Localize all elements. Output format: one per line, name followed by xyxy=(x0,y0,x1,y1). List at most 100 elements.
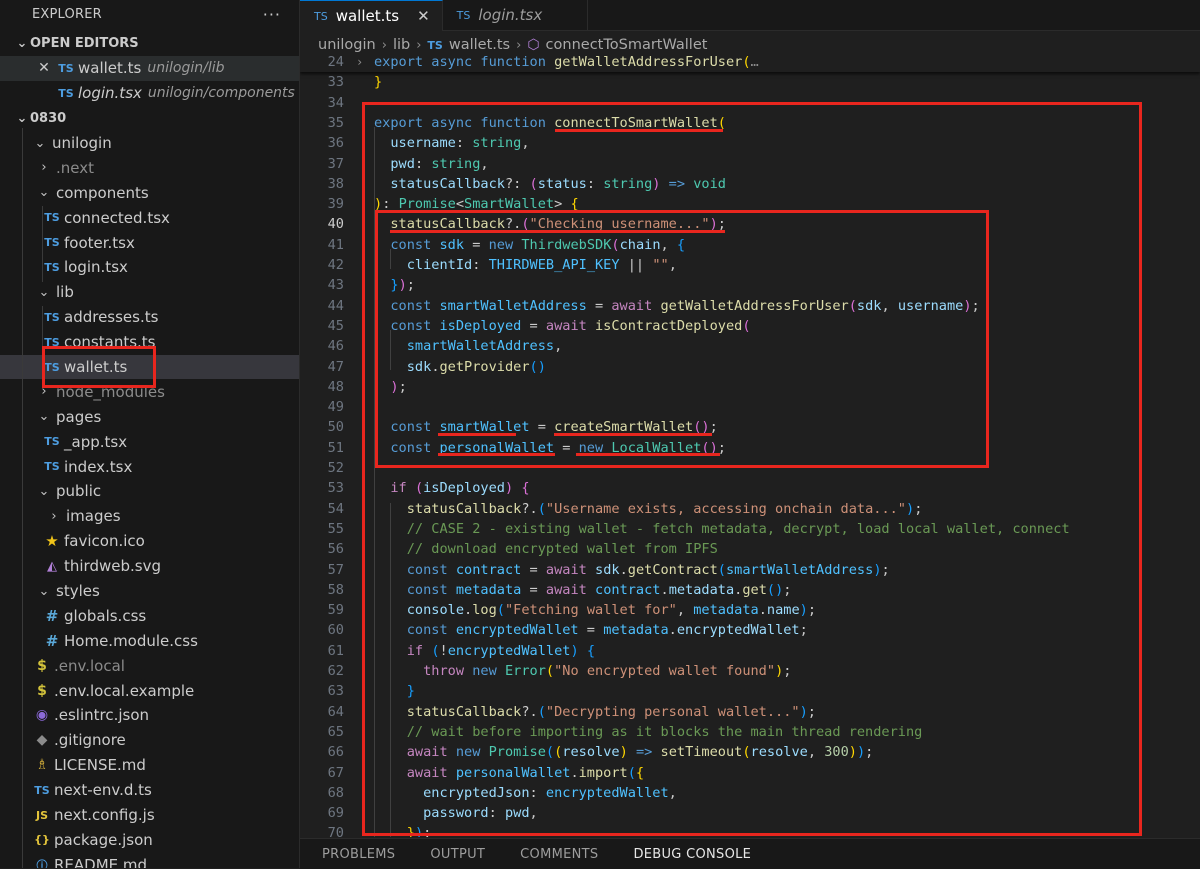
code-line[interactable]: 51 const personalWallet = new LocalWalle… xyxy=(300,438,1200,458)
tab-wallet-ts[interactable]: TS wallet.ts ✕ xyxy=(300,0,443,31)
breadcrumb-folder[interactable]: lib xyxy=(393,37,410,53)
code-text: const smartWallet = createSmartWallet(); xyxy=(374,417,717,437)
tree-file-package-json[interactable]: {} package.json xyxy=(0,828,299,853)
close-icon[interactable]: ✕ xyxy=(417,7,430,25)
open-editor-login[interactable]: TS login.tsx unilogin/components xyxy=(0,81,299,106)
tree-folder-components[interactable]: ⌄ components xyxy=(0,180,299,205)
code-line[interactable]: 59 console.log("Fetching wallet for", me… xyxy=(300,600,1200,620)
close-editor-icon[interactable]: ✕ xyxy=(36,60,52,76)
code-token: Promise xyxy=(488,744,546,761)
tree-file-next-env[interactable]: TS next-env.d.ts xyxy=(0,778,299,803)
code-line[interactable]: 41 const sdk = new ThirdwebSDK(chain, { xyxy=(300,235,1200,255)
code-editor[interactable]: 24 › export async function getWalletAddres… xyxy=(300,56,1200,837)
code-line[interactable]: 24 › export async function getWalletAddres… xyxy=(300,56,1200,73)
code-token: () xyxy=(693,419,710,436)
tree-folder-next[interactable]: › .next xyxy=(0,155,299,180)
line-number: 43 xyxy=(327,277,344,294)
code-line[interactable]: 53 if (isDeployed) { xyxy=(300,478,1200,498)
code-line[interactable]: 68 encryptedJson: encryptedWallet, xyxy=(300,783,1200,803)
tree-file-license[interactable]: ♗ LICENSE.md xyxy=(0,753,299,778)
code-line[interactable]: 47 sdk.getProvider() xyxy=(300,357,1200,377)
code-line[interactable]: 39): Promise<SmartWallet> { xyxy=(300,194,1200,214)
tree-file-gitignore[interactable]: ◆ .gitignore xyxy=(0,728,299,753)
open-editor-wallet[interactable]: ✕ TS wallet.ts unilogin/lib xyxy=(0,55,299,81)
tree-file-env-example[interactable]: $ .env.local.example xyxy=(0,678,299,703)
code-line[interactable]: 67 await personalWallet.import({ xyxy=(300,763,1200,783)
tree-file-addresses[interactable]: TS addresses.ts xyxy=(0,305,299,330)
tree-file-login[interactable]: TS login.tsx xyxy=(0,255,299,280)
tree-file-next-config[interactable]: JS next.config.js xyxy=(0,803,299,828)
panel-tab-problems[interactable]: PROBLEMS xyxy=(300,847,408,862)
tree-folder-node-modules[interactable]: › node_modules xyxy=(0,379,299,404)
typescript-file-icon: TS xyxy=(44,460,60,474)
code-line[interactable]: 49 xyxy=(300,397,1200,417)
code-line[interactable]: 57 const contract = await sdk.getContrac… xyxy=(300,560,1200,580)
tree-file-connected[interactable]: TS connected.tsx xyxy=(0,205,299,230)
tab-login-tsx[interactable]: TS login.tsx xyxy=(443,0,588,30)
code-token: resolve xyxy=(750,744,808,761)
code-token: : xyxy=(488,805,505,822)
code-line[interactable]: 50 const smartWallet = createSmartWallet… xyxy=(300,417,1200,437)
code-line[interactable]: 35 export async function connectToSmartWa… xyxy=(300,113,1200,133)
tree-folder-images[interactable]: › images xyxy=(0,504,299,529)
code-line[interactable]: 33} xyxy=(300,72,1200,92)
code-line[interactable]: 52 xyxy=(300,458,1200,478)
tree-file-footer[interactable]: TS footer.tsx xyxy=(0,230,299,255)
panel-tab-output[interactable]: OUTPUT xyxy=(408,847,498,862)
breadcrumb-file[interactable]: wallet.ts xyxy=(449,37,510,53)
code-line[interactable]: 61 if (!encryptedWallet) { xyxy=(300,641,1200,661)
breadcrumb-symbol[interactable]: connectToSmartWallet xyxy=(546,37,708,53)
code-token: const xyxy=(390,439,432,456)
fold-chevron-icon[interactable]: › xyxy=(356,56,363,72)
code-line[interactable]: 65 // wait before importing as it blocks… xyxy=(300,722,1200,742)
tree-file-home-module-css[interactable]: # Home.module.css xyxy=(0,628,299,653)
code-line[interactable]: 45 const isDeployed = await isContractDe… xyxy=(300,316,1200,336)
code-line[interactable]: 46 smartWalletAddress, xyxy=(300,336,1200,356)
code-line[interactable]: 55 // CASE 2 - existing wallet - fetch m… xyxy=(300,519,1200,539)
code-line[interactable]: 48 ); xyxy=(300,377,1200,397)
tree-file-app[interactable]: TS _app.tsx xyxy=(0,429,299,454)
code-line[interactable]: 40 statusCallback?.("Checking username..… xyxy=(300,214,1200,234)
tree-folder-styles[interactable]: ⌄ styles xyxy=(0,579,299,604)
tree-file-index[interactable]: TS index.tsx xyxy=(0,454,299,479)
code-line[interactable]: 43 }); xyxy=(300,275,1200,295)
panel-tab-comments[interactable]: COMMENTS xyxy=(498,847,611,862)
code-line[interactable]: 60 const encryptedWallet = metadata.encr… xyxy=(300,620,1200,640)
code-line[interactable]: 42 clientId: THIRDWEB_API_KEY || "", xyxy=(300,255,1200,275)
code-line[interactable]: 62 throw new Error("No encrypted wallet … xyxy=(300,661,1200,681)
tree-file-favicon[interactable]: ★ favicon.ico xyxy=(0,529,299,554)
code-line[interactable]: 58 const metadata = await contract.metad… xyxy=(300,580,1200,600)
tree-folder-public[interactable]: ⌄ public xyxy=(0,479,299,504)
code-line[interactable]: 70 }); xyxy=(300,823,1200,837)
code-line[interactable]: 64 statusCallback?.("Decrypting personal… xyxy=(300,702,1200,722)
tree-file-constants[interactable]: TS constants.ts xyxy=(0,330,299,355)
code-line[interactable]: 63 } xyxy=(300,681,1200,701)
code-line[interactable]: 34 xyxy=(300,93,1200,113)
tree-folder-unilogin[interactable]: ⌄ unilogin xyxy=(0,131,299,156)
breadcrumb-root[interactable]: unilogin xyxy=(318,37,376,53)
code-line[interactable]: 56 // download encrypted wallet from IPF… xyxy=(300,539,1200,559)
tree-file-thirdweb-svg[interactable]: ◭ thirdweb.svg xyxy=(0,554,299,579)
tree-file-eslintrc[interactable]: ◉ .eslintrc.json xyxy=(0,703,299,728)
code-line[interactable]: 36 username: string, xyxy=(300,133,1200,153)
code-line[interactable]: 54 statusCallback?.("Username exists, ac… xyxy=(300,499,1200,519)
code-line[interactable]: 69 password: pwd, xyxy=(300,803,1200,823)
code-line[interactable]: 37 pwd: string, xyxy=(300,154,1200,174)
tree-folder-lib[interactable]: ⌄ lib xyxy=(0,280,299,305)
tree-file-wallet[interactable]: TS wallet.ts xyxy=(0,354,299,380)
tree-file-readme[interactable]: ⓘ README.md xyxy=(0,852,299,868)
tree-file-env-local[interactable]: $ .env.local xyxy=(0,653,299,678)
tree-file-globals-css[interactable]: # globals.css xyxy=(0,603,299,628)
open-editors-section[interactable]: ⌄ OPEN EDITORS xyxy=(0,31,299,56)
code-line[interactable]: 66 await new Promise((resolve) => setTim… xyxy=(300,742,1200,762)
explorer-header: EXPLORER ··· xyxy=(0,0,299,28)
more-actions-icon[interactable]: ··· xyxy=(263,5,281,24)
code-token: , xyxy=(881,297,898,314)
code-line[interactable]: 44 const smartWalletAddress = await getW… xyxy=(300,296,1200,316)
code-line[interactable]: 38 statusCallback?: (status: string) => … xyxy=(300,174,1200,194)
tree-folder-pages[interactable]: ⌄ pages xyxy=(0,404,299,429)
workspace-section[interactable]: ⌄ 0830 xyxy=(0,106,299,131)
panel-tab-debug-console[interactable]: DEBUG CONSOLE xyxy=(611,847,764,862)
code-token: = xyxy=(529,419,555,436)
